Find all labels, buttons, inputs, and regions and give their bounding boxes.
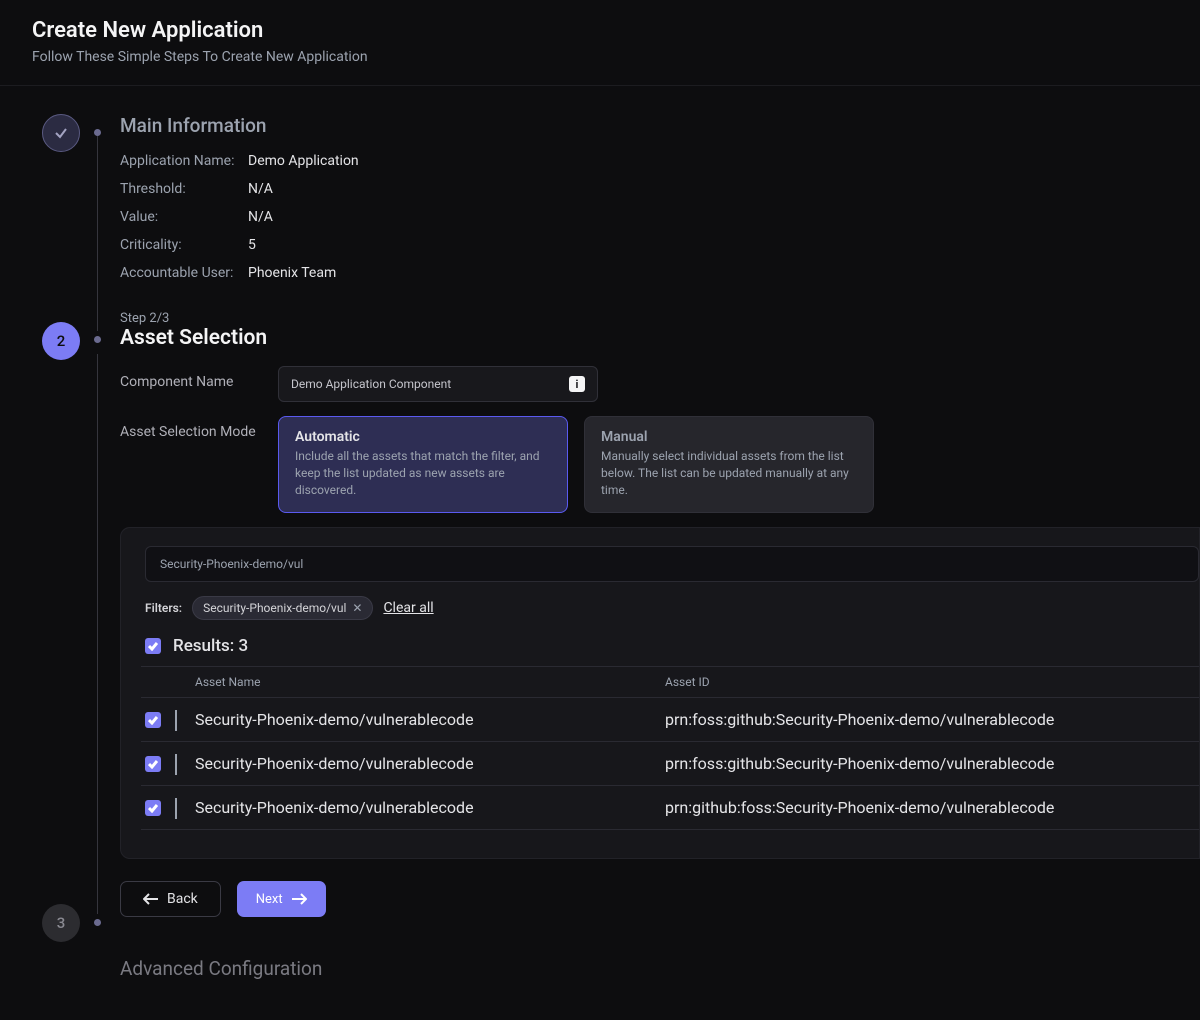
row-checkbox[interactable] <box>145 712 161 728</box>
search-input[interactable]: Security-Phoenix-demo/vul <box>145 546 1199 582</box>
filter-chip-text: Security-Phoenix-demo/vul <box>203 601 346 615</box>
step-dot <box>94 919 101 926</box>
chevron-right-icon[interactable] <box>175 710 177 731</box>
check-icon <box>54 126 68 140</box>
user-value: Phoenix Team <box>248 259 336 287</box>
mode-manual-title: Manual <box>601 429 857 445</box>
page-subtitle: Follow These Simple Steps To Create New … <box>32 49 1168 65</box>
user-label: Accountable User: <box>120 259 248 287</box>
results-panel: Security-Phoenix-demo/vul Filters: Secur… <box>120 527 1200 859</box>
info-icon[interactable]: i <box>569 376 585 392</box>
check-icon <box>148 759 158 769</box>
asset-selection-title: Asset Selection <box>120 326 1168 350</box>
check-icon <box>148 641 158 651</box>
value-label: Value: <box>120 203 248 231</box>
value-value: N/A <box>248 203 273 231</box>
asset-name: Security-Phoenix-demo/vulnerablecode <box>195 798 665 817</box>
col-asset-name: Asset Name <box>195 675 665 689</box>
component-name-label: Component Name <box>120 366 278 390</box>
step-3-bubble[interactable]: 3 <box>42 904 80 942</box>
asset-name: Security-Phoenix-demo/vulnerablecode <box>195 710 665 729</box>
row-checkbox[interactable] <box>145 800 161 816</box>
arrow-left-icon <box>143 893 159 905</box>
mode-manual[interactable]: Manual Manually select individual assets… <box>584 416 874 513</box>
results-count: Results: 3 <box>173 636 248 656</box>
app-name-label: Application Name: <box>120 147 248 175</box>
table-row[interactable]: Security-Phoenix-demo/vulnerablecode prn… <box>141 786 1199 830</box>
step-1-bubble[interactable] <box>42 114 80 152</box>
step-dot <box>94 336 101 343</box>
asset-id: prn:github:foss:Security-Phoenix-demo/vu… <box>665 798 1195 817</box>
chevron-right-icon[interactable] <box>175 754 177 775</box>
asset-id: prn:foss:github:Security-Phoenix-demo/vu… <box>665 754 1195 773</box>
step-line <box>97 136 98 331</box>
col-asset-id: Asset ID <box>665 675 1195 689</box>
table-row[interactable]: Security-Phoenix-demo/vulnerablecode prn… <box>141 698 1199 742</box>
back-button[interactable]: Back <box>120 881 221 917</box>
advanced-configuration-section: Advanced Configuration <box>120 957 1168 980</box>
filter-chip[interactable]: Security-Phoenix-demo/vul ✕ <box>192 596 373 620</box>
mode-automatic-title: Automatic <box>295 429 551 445</box>
step-label: Step 2/3 <box>120 311 1168 326</box>
advanced-config-title: Advanced Configuration <box>120 957 1168 980</box>
clear-all-link[interactable]: Clear all <box>383 600 433 616</box>
criticality-value: 5 <box>248 231 256 259</box>
threshold-value: N/A <box>248 175 273 203</box>
row-checkbox[interactable] <box>145 756 161 772</box>
mode-automatic[interactable]: Automatic Include all the assets that ma… <box>278 416 568 513</box>
table-header: Asset Name Asset ID <box>141 666 1199 698</box>
page-header: Create New Application Follow These Simp… <box>0 0 1200 86</box>
check-icon <box>148 803 158 813</box>
threshold-label: Threshold: <box>120 175 248 203</box>
component-name-input[interactable]: Demo Application Component i <box>278 366 598 402</box>
mode-label: Asset Selection Mode <box>120 416 278 440</box>
next-label: Next <box>256 892 283 907</box>
step-line <box>97 354 98 914</box>
main-info-title: Main Information <box>120 114 1168 137</box>
back-label: Back <box>167 891 198 907</box>
mode-manual-desc: Manually select individual assets from t… <box>601 448 857 498</box>
step-dot <box>94 129 101 136</box>
asset-name: Security-Phoenix-demo/vulnerablecode <box>195 754 665 773</box>
main-information-section: Main Information Application Name: Demo … <box>120 114 1168 287</box>
close-icon[interactable]: ✕ <box>352 601 362 615</box>
next-button[interactable]: Next <box>237 881 326 917</box>
check-icon <box>148 715 158 725</box>
stepper: 2 3 <box>32 114 104 980</box>
mode-automatic-desc: Include all the assets that match the fi… <box>295 448 551 498</box>
asset-selection-section: Step 2/3 Asset Selection Component Name … <box>120 311 1168 917</box>
criticality-label: Criticality: <box>120 231 248 259</box>
step-2-bubble[interactable]: 2 <box>42 322 80 360</box>
arrow-right-icon <box>291 893 307 905</box>
filters-label: Filters: <box>145 601 182 615</box>
chevron-right-icon[interactable] <box>175 798 177 819</box>
table-row[interactable]: Security-Phoenix-demo/vulnerablecode prn… <box>141 742 1199 786</box>
select-all-checkbox[interactable] <box>145 638 161 654</box>
asset-id: prn:foss:github:Security-Phoenix-demo/vu… <box>665 710 1195 729</box>
app-name-value: Demo Application <box>248 147 359 175</box>
page-title: Create New Application <box>32 18 1168 43</box>
component-name-value: Demo Application Component <box>291 377 451 391</box>
